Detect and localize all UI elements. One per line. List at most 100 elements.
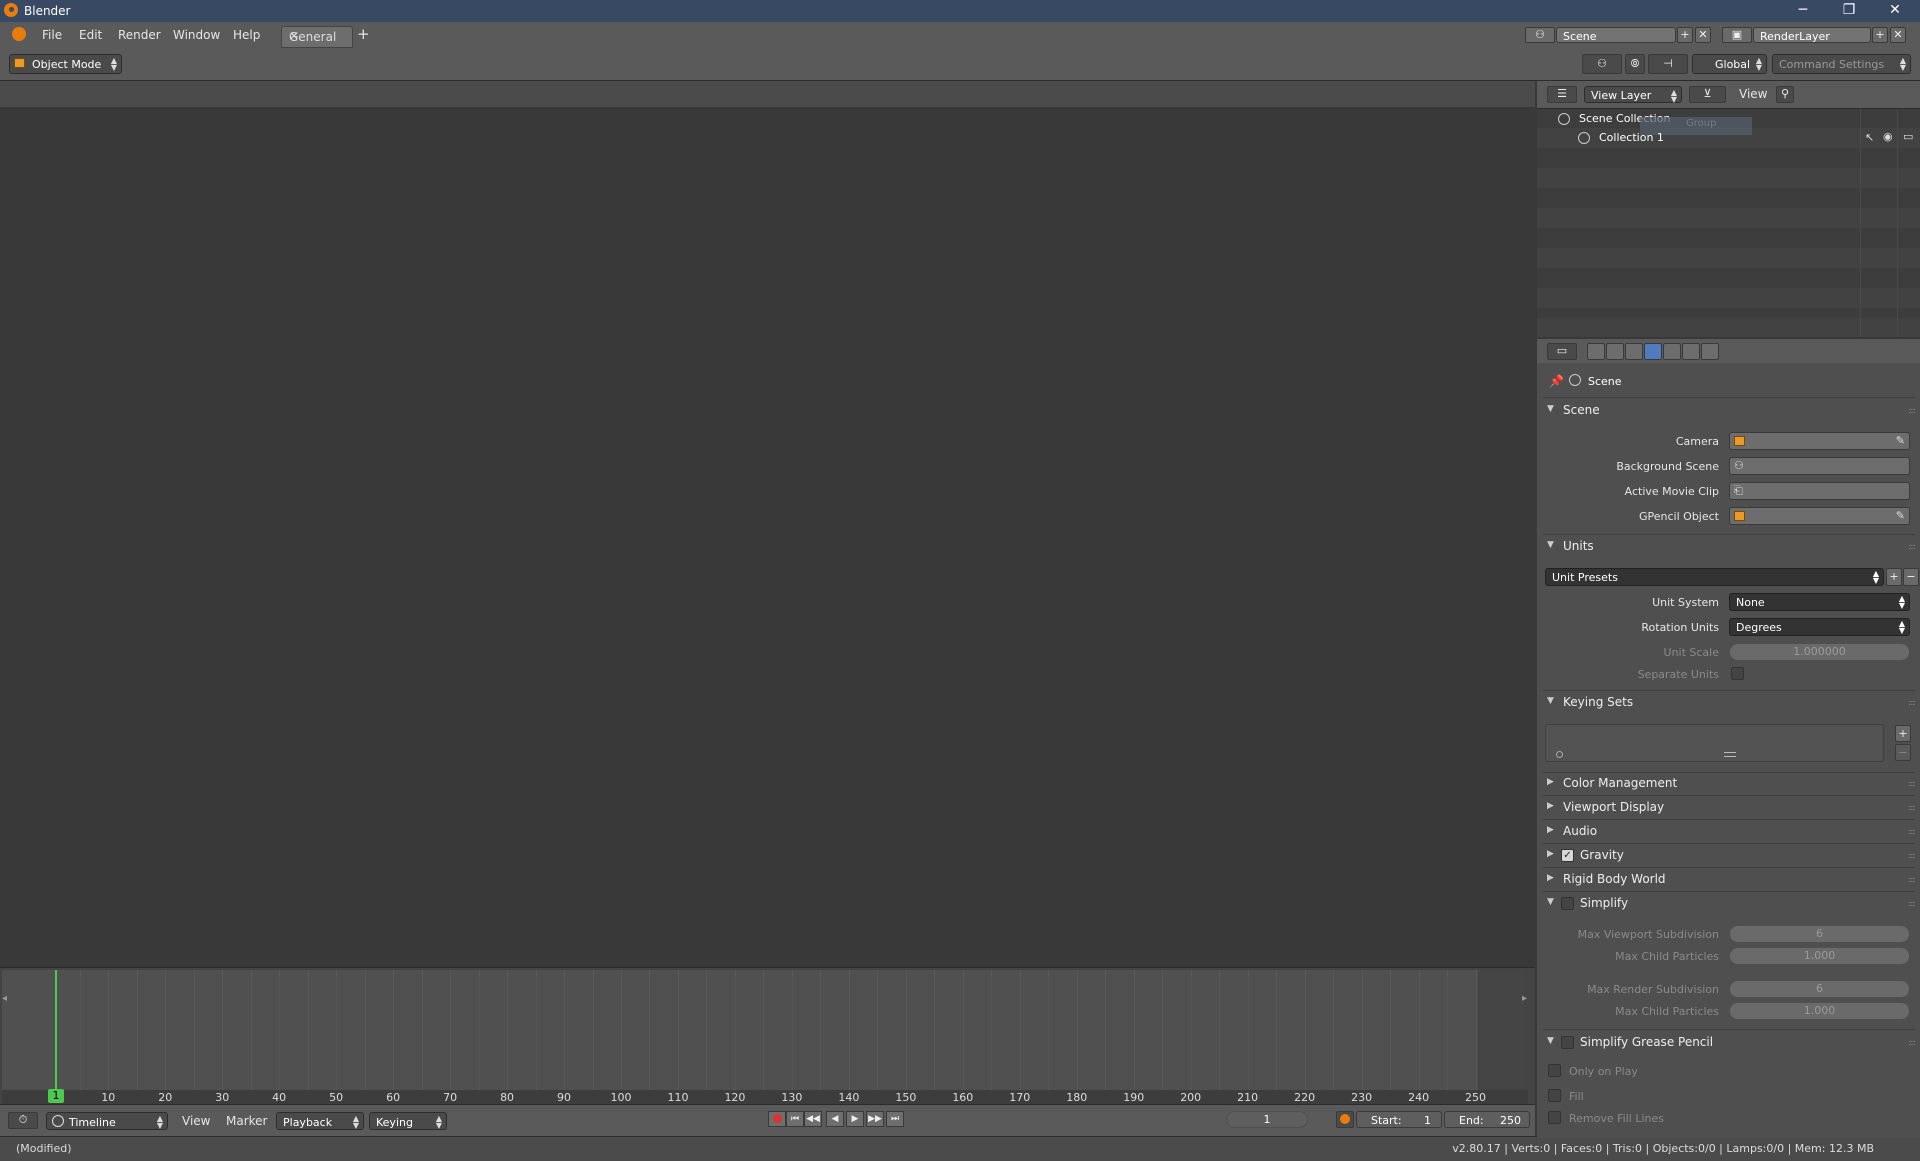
delete-scene-icon[interactable]: ✕: [1695, 27, 1711, 43]
keying-dropdown[interactable]: Keying ▲ ▼: [369, 1112, 447, 1130]
simplify-checkbox[interactable]: [1561, 897, 1574, 910]
list-filter-icon[interactable]: [1556, 751, 1563, 758]
next-keyframe-icon[interactable]: ▶▶: [866, 1111, 884, 1127]
tab-collection-icon[interactable]: [1682, 343, 1700, 360]
3d-viewport[interactable]: [0, 81, 1535, 966]
jump-end-icon[interactable]: ⏭: [886, 1111, 904, 1127]
play-reverse-icon[interactable]: ◀: [826, 1111, 844, 1127]
unit-presets-dropdown[interactable]: Unit Presets ▲ ▼: [1545, 568, 1884, 586]
add-keying-set-icon[interactable]: +: [1895, 725, 1911, 742]
drag-grip-icon[interactable]: ::::: [1908, 406, 1916, 415]
pin-icon[interactable]: 📌: [1549, 374, 1564, 388]
panel-units-header[interactable]: ▼ Units ::::: [1543, 537, 1916, 557]
menu-window[interactable]: Window: [173, 28, 220, 42]
panel-scene-header[interactable]: ▼ Scene ::::: [1543, 401, 1916, 421]
unit-system-dropdown[interactable]: None ▲ ▼: [1729, 593, 1910, 611]
gravity-checkbox[interactable]: ✓: [1561, 849, 1574, 862]
workspace-tab-general[interactable]: General ✕: [281, 26, 353, 48]
unit-scale-field[interactable]: 1.000000: [1729, 643, 1910, 661]
timeline-menu-view[interactable]: View: [182, 1114, 210, 1128]
prev-keyframe-icon[interactable]: ◀◀: [804, 1111, 822, 1127]
maximize-button[interactable]: ❐: [1826, 0, 1872, 22]
panel-color-management-header[interactable]: ▶ Color Management ::::: [1543, 774, 1916, 794]
renderlayer-name-field[interactable]: RenderLayer: [1753, 27, 1871, 43]
tab-output-icon[interactable]: [1606, 343, 1624, 360]
fill-checkbox[interactable]: [1548, 1089, 1561, 1102]
filter-icon[interactable]: ⊻: [1689, 86, 1726, 103]
list-resize-grip-icon[interactable]: [1724, 752, 1736, 757]
tab-view-layer-icon[interactable]: [1625, 343, 1643, 360]
new-scene-icon[interactable]: +: [1677, 27, 1693, 43]
delete-renderlayer-icon[interactable]: ✕: [1890, 27, 1906, 43]
max-viewport-subdiv-field[interactable]: 6: [1729, 925, 1910, 943]
render-toggle-icon[interactable]: ▭: [1903, 130, 1913, 143]
end-frame-field[interactable]: End: 250: [1444, 1111, 1530, 1128]
new-renderlayer-icon[interactable]: +: [1872, 27, 1888, 43]
timeline-editor-dropdown[interactable]: Timeline ▲ ▼: [46, 1112, 168, 1130]
rotation-units-dropdown[interactable]: Degrees ▲ ▼: [1729, 618, 1910, 636]
drag-grip-icon[interactable]: ::::: [1908, 698, 1916, 707]
max-child-particles-field[interactable]: 1.000: [1729, 947, 1910, 965]
eye-icon[interactable]: ◉: [1883, 130, 1893, 143]
tab-render-icon[interactable]: [1587, 343, 1605, 360]
timeline-menu-marker[interactable]: Marker: [226, 1114, 267, 1128]
drag-grip-icon[interactable]: ::::: [1908, 851, 1916, 860]
drag-grip-icon[interactable]: ::::: [1908, 827, 1916, 836]
transform-orientation-dropdown[interactable]: Global ▲ ▼: [1692, 54, 1767, 74]
add-workspace-button[interactable]: +: [357, 25, 370, 43]
left-arrow-icon[interactable]: ◂: [2, 993, 7, 1004]
select-toggle-icon[interactable]: ↖: [1865, 131, 1874, 144]
separate-units-checkbox[interactable]: [1731, 667, 1744, 680]
snap-element-dropdown[interactable]: ⊣: [1648, 54, 1688, 74]
search-icon[interactable]: ⚲: [1776, 86, 1794, 103]
editor-type-icon[interactable]: ⏱: [8, 1112, 38, 1129]
drag-grip-icon[interactable]: ::::: [1908, 899, 1916, 908]
outliner-view-menu[interactable]: View: [1739, 87, 1767, 101]
background-scene-field[interactable]: ⚇: [1729, 457, 1910, 475]
playhead-line[interactable]: [55, 970, 57, 1100]
panel-rigid-body-world-header[interactable]: ▶ Rigid Body World ::::: [1543, 870, 1916, 890]
max-child-particles-render-field[interactable]: 1.000: [1729, 1002, 1910, 1020]
only-on-play-checkbox[interactable]: [1548, 1064, 1561, 1077]
gpencil-object-field[interactable]: ✎: [1729, 507, 1910, 525]
panel-simplify-header[interactable]: ▼ Simplify ::::: [1543, 894, 1916, 914]
close-button[interactable]: ✕: [1872, 0, 1918, 22]
menu-render[interactable]: Render: [118, 28, 161, 42]
tab-texture-icon[interactable]: [1701, 343, 1719, 360]
record-button[interactable]: [768, 1111, 786, 1127]
tab-world-icon[interactable]: [1663, 343, 1681, 360]
minimize-button[interactable]: ─: [1780, 0, 1826, 22]
timeline-area[interactable]: [2, 970, 1478, 1097]
start-frame-field[interactable]: Start: 1: [1356, 1111, 1442, 1128]
panel-viewport-display-header[interactable]: ▶ Viewport Display ::::: [1543, 798, 1916, 818]
jump-start-icon[interactable]: ⏮: [786, 1111, 804, 1127]
max-render-subdiv-field[interactable]: 6: [1729, 980, 1910, 998]
remove-keying-set-icon[interactable]: −: [1895, 744, 1911, 761]
close-tab-icon[interactable]: ✕: [289, 29, 347, 43]
drag-grip-icon[interactable]: ::::: [1908, 779, 1916, 788]
drag-grip-icon[interactable]: ::::: [1908, 803, 1916, 812]
panel-simplify-gp-header[interactable]: ▼ Simplify Grease Pencil ::::: [1543, 1033, 1916, 1053]
play-icon[interactable]: ▶: [846, 1111, 864, 1127]
outliner-editor-type-icon[interactable]: ☰: [1547, 86, 1577, 103]
drag-grip-icon[interactable]: ::::: [1908, 875, 1916, 884]
remove-preset-icon[interactable]: −: [1903, 568, 1919, 586]
scene-browse-icon[interactable]: ⚇: [1525, 27, 1555, 43]
view-layer-dropdown[interactable]: View Layer ▲ ▼: [1584, 86, 1682, 104]
command-settings-dropdown[interactable]: Command Settings ▲ ▼: [1772, 54, 1911, 74]
active-movie-clip-field[interactable]: ⎗: [1729, 482, 1910, 500]
remove-fill-lines-checkbox[interactable]: [1548, 1111, 1561, 1124]
keying-sets-list[interactable]: [1545, 724, 1884, 762]
eyedropper-icon[interactable]: ✎: [1896, 434, 1905, 447]
blender-menu-icon[interactable]: [12, 27, 26, 41]
menu-help[interactable]: Help: [233, 28, 260, 42]
playhead-frame-label[interactable]: 1: [48, 1089, 64, 1103]
object-mode-dropdown[interactable]: Object Mode ▲ ▼: [9, 54, 122, 74]
panel-keying-sets-header[interactable]: ▼ Keying Sets ::::: [1543, 693, 1916, 713]
simplify-gp-checkbox[interactable]: [1561, 1036, 1574, 1049]
drag-grip-icon[interactable]: ::::: [1908, 1038, 1916, 1047]
eyedropper-icon[interactable]: ✎: [1896, 509, 1905, 522]
collection-item[interactable]: Collection 1: [1599, 131, 1664, 144]
menu-file[interactable]: File: [42, 28, 62, 42]
panel-audio-header[interactable]: ▶ Audio ::::: [1543, 822, 1916, 842]
